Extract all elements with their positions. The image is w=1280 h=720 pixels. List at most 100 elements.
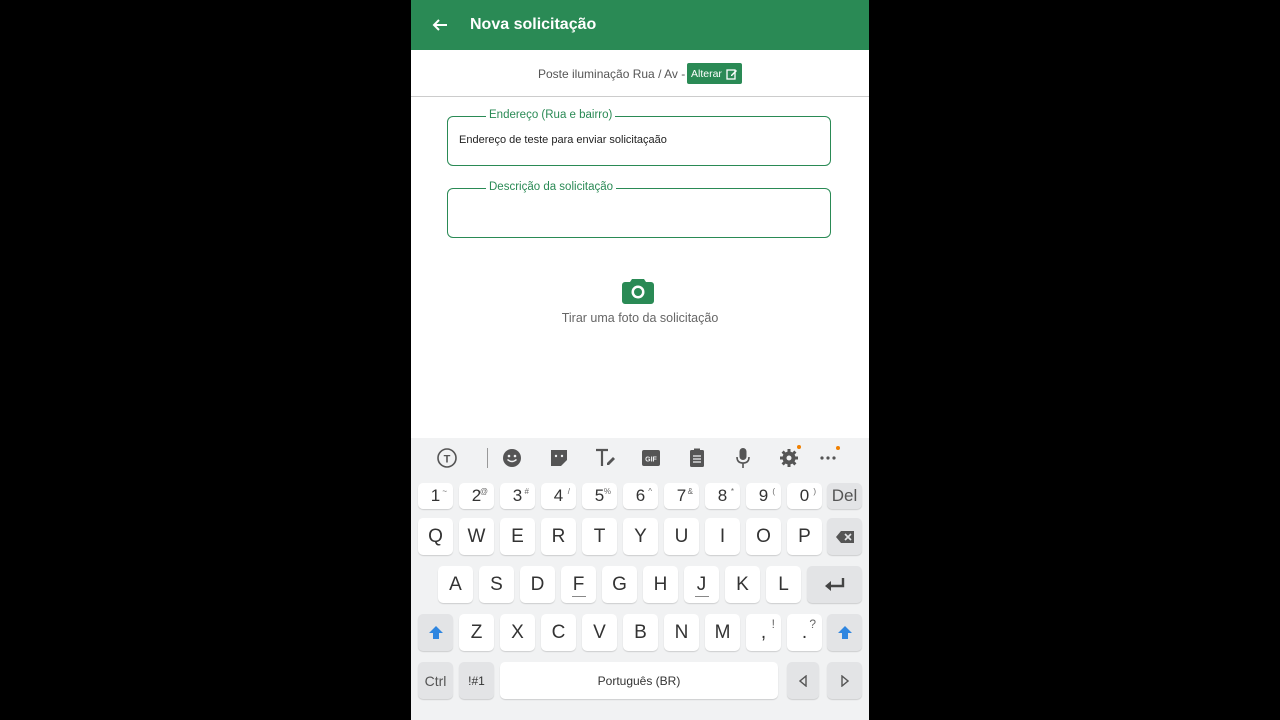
key-g[interactable]: G <box>602 566 637 603</box>
key-o[interactable]: O <box>746 518 781 555</box>
del-key[interactable]: Del <box>827 483 862 509</box>
description-field[interactable]: Descrição da solicitação <box>447 181 831 238</box>
key-r[interactable]: R <box>541 518 576 555</box>
key-z[interactable]: Z <box>459 614 494 651</box>
key-label: 5 <box>594 486 605 505</box>
enter-icon <box>824 577 844 591</box>
key-l[interactable]: L <box>766 566 801 603</box>
key-v[interactable]: V <box>582 614 617 651</box>
key-alt-label: @ <box>479 487 488 496</box>
key-p[interactable]: P <box>787 518 822 555</box>
enter-key[interactable] <box>807 566 862 603</box>
key-c[interactable]: C <box>541 614 576 651</box>
key-5[interactable]: 5% <box>582 483 617 509</box>
shift-key-left[interactable] <box>418 614 453 651</box>
key-x[interactable]: X <box>500 614 535 651</box>
phone-screen: Nova solicitação Poste iluminação Rua / … <box>411 0 869 720</box>
key-t[interactable]: T <box>582 518 617 555</box>
key-h[interactable]: H <box>643 566 678 603</box>
symbols-key[interactable]: !#1 <box>459 662 494 699</box>
photo-label[interactable]: Tirar uma foto da solicitação <box>411 311 869 325</box>
page-title: Nova solicitação <box>470 16 597 33</box>
description-label: Descrição da solicitação <box>486 181 617 193</box>
key-label: 6 <box>635 486 646 505</box>
key-label: 1 <box>430 486 441 505</box>
key-label: 8 <box>717 486 728 505</box>
key-alt-label: # <box>524 487 529 496</box>
camera-icon[interactable] <box>622 276 654 304</box>
emoji-icon[interactable] <box>500 446 524 470</box>
key-7[interactable]: 7 & <box>664 483 699 509</box>
category-bar: Poste iluminação Rua / Av - Alterar <box>411 50 869 97</box>
cursor-left-key[interactable] <box>787 662 819 699</box>
arrow-left-icon <box>432 19 447 31</box>
key-3[interactable]: 3 # <box>500 483 535 509</box>
key-k[interactable]: K <box>725 566 760 603</box>
key-alt-label: ? <box>809 617 816 631</box>
key-y[interactable]: Y <box>623 518 658 555</box>
key-b[interactable]: B <box>623 614 658 651</box>
clipboard-icon[interactable] <box>685 446 709 470</box>
back-button[interactable] <box>429 14 451 36</box>
backspace-key[interactable] <box>827 518 862 555</box>
key-n[interactable]: N <box>664 614 699 651</box>
translate-icon[interactable]: T <box>435 446 459 470</box>
key-period[interactable]: .? <box>787 614 822 651</box>
key-w[interactable]: W <box>459 518 494 555</box>
key-q[interactable]: Q <box>418 518 453 555</box>
chevron-left-icon <box>799 674 807 687</box>
key-alt-label: ) <box>813 487 816 496</box>
key-m[interactable]: M <box>705 614 740 651</box>
key-label: 0 <box>799 486 810 505</box>
svg-text:GIF: GIF <box>645 457 657 464</box>
alter-button[interactable]: Alterar <box>687 63 742 84</box>
key-alt-label: ~ <box>442 487 447 496</box>
microphone-icon[interactable] <box>731 446 755 470</box>
key-1[interactable]: 1 ~ <box>418 483 453 509</box>
key-s[interactable]: S <box>479 566 514 603</box>
keyboard-toolbar: T GIF <box>411 438 869 478</box>
sticker-icon[interactable] <box>547 446 571 470</box>
shift-icon <box>837 625 852 639</box>
key-8[interactable]: 8 * <box>705 483 740 509</box>
shift-key-right[interactable] <box>827 614 862 651</box>
key-label: 9 <box>758 486 769 505</box>
soft-keyboard: T GIF 1 ~ 2 @ 3 # 4 / 5 % 6 ^ 7 & 8 * 9 … <box>411 438 869 720</box>
key-alt-label: / <box>567 487 570 496</box>
key-alt-label: ! <box>771 617 775 631</box>
key-4[interactable]: 4/ <box>541 483 576 509</box>
svg-text:T: T <box>444 454 451 466</box>
key-f[interactable]: F <box>561 566 596 603</box>
address-input[interactable]: Endereço de teste para enviar solicitaça… <box>459 134 667 146</box>
key-6[interactable]: 6 ^ <box>623 483 658 509</box>
gif-icon[interactable]: GIF <box>639 446 663 470</box>
key-j[interactable]: J <box>684 566 719 603</box>
key-label: 7 <box>676 486 687 505</box>
key-i[interactable]: I <box>705 518 740 555</box>
key-label: J <box>696 573 707 595</box>
key-alt-label: & <box>687 487 693 496</box>
key-e[interactable]: E <box>500 518 535 555</box>
text-style-icon[interactable] <box>593 446 617 470</box>
key-alt-label: ( <box>772 487 775 496</box>
ctrl-key[interactable]: Ctrl <box>418 662 453 699</box>
settings-icon[interactable] <box>777 446 801 470</box>
space-key[interactable]: Português (BR) <box>500 662 778 699</box>
edit-icon <box>726 68 737 80</box>
home-marker <box>571 596 586 597</box>
key-u[interactable]: U <box>664 518 699 555</box>
cursor-right-key[interactable] <box>827 662 862 699</box>
key-alt-label: ^ <box>648 487 652 496</box>
key-0[interactable]: 0) <box>787 483 822 509</box>
key-comma[interactable]: ,! <box>746 614 781 651</box>
shift-icon <box>428 625 443 639</box>
key-9[interactable]: 9( <box>746 483 781 509</box>
key-label: , <box>760 621 767 643</box>
backspace-icon <box>835 530 854 543</box>
key-a[interactable]: A <box>438 566 473 603</box>
address-field[interactable]: Endereço (Rua e bairro) Endereço de test… <box>447 109 831 166</box>
key-d[interactable]: D <box>520 566 555 603</box>
key-label: F <box>572 573 585 595</box>
key-2[interactable]: 2 @ <box>459 483 494 509</box>
key-alt-label: % <box>603 487 611 496</box>
